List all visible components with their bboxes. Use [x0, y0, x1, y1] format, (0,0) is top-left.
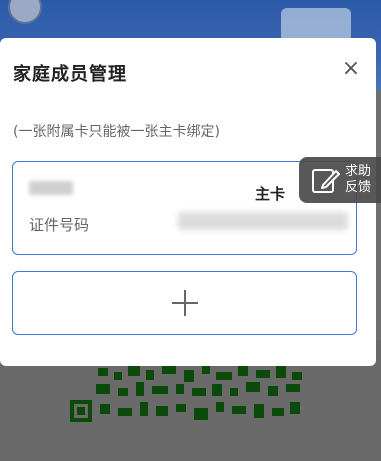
member-role-badge: 主卡: [255, 185, 286, 203]
header-illustration: [281, 8, 351, 42]
redacted-id-number: [178, 212, 348, 230]
add-member-button[interactable]: [12, 271, 357, 335]
help-label-line1: 求助: [345, 164, 372, 179]
app-logo-icon: [8, 0, 42, 24]
redacted-name: [29, 181, 73, 195]
edit-icon: [312, 169, 340, 193]
id-number-label: 证件号码: [29, 216, 90, 234]
close-icon[interactable]: ×: [340, 58, 362, 80]
help-feedback-button[interactable]: 求助 反馈: [299, 157, 381, 203]
qr-code-image: [66, 364, 306, 426]
binding-note: (一张附属卡只能被一张主卡绑定): [13, 124, 220, 140]
help-label-line2: 反馈: [345, 180, 372, 195]
plus-icon: [171, 290, 198, 316]
dialog-title: 家庭成员管理: [13, 64, 127, 85]
